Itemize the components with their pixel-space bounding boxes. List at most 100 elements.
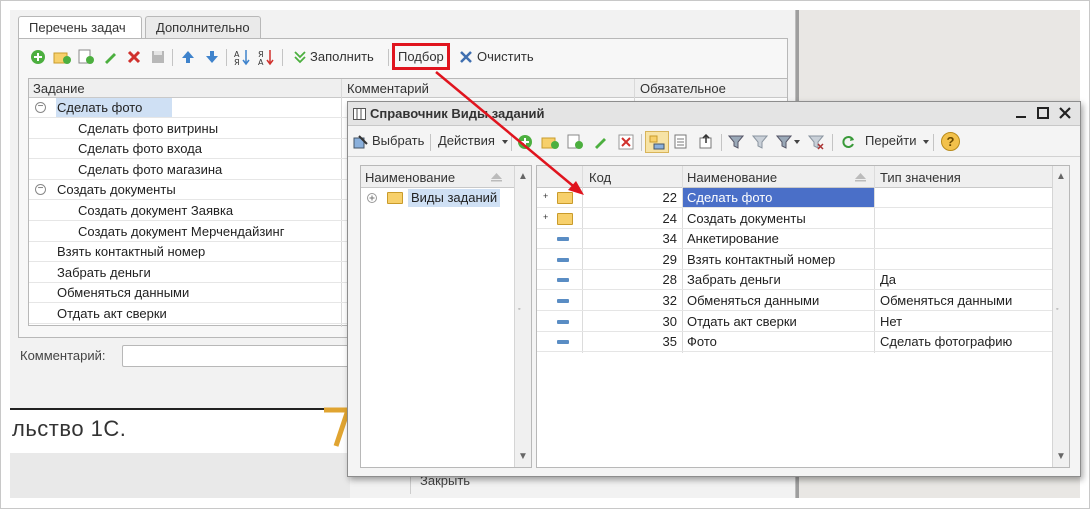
column-header-task[interactable]: Задание [33, 81, 85, 96]
item-icon [557, 319, 569, 324]
code-cell: 29 [662, 251, 677, 267]
tree-header: Наименование [361, 166, 514, 188]
code-cell: 28 [662, 272, 677, 288]
name-cell: Сделать фото [687, 190, 773, 205]
value-type-cell: Да [880, 272, 897, 288]
select-icon [353, 135, 368, 149]
column-header-code[interactable]: Код [589, 170, 611, 185]
sort-asc-icon[interactable]: AЯ [232, 46, 252, 68]
select-button[interactable]: Выбрать [372, 133, 424, 148]
column-header-comment[interactable]: Комментарий [347, 81, 429, 96]
maximize-icon[interactable] [1034, 104, 1052, 122]
sort-desc-icon[interactable]: ЯA [256, 46, 276, 68]
collapse-icon[interactable]: − [35, 102, 46, 113]
help-label: ? [946, 134, 955, 149]
task-name-cell: Отдать акт сверки [57, 306, 167, 321]
column-header-required[interactable]: Обязательное [640, 81, 726, 96]
expand-icon[interactable]: + [543, 191, 548, 201]
close-icon[interactable] [1056, 104, 1074, 122]
toolbar-separator [721, 134, 722, 151]
fill-icon [290, 46, 310, 68]
add-icon[interactable] [28, 46, 48, 68]
save-icon[interactable] [148, 46, 168, 68]
hierarchy-mode-button[interactable] [645, 131, 669, 153]
task-name-cell: Обменяться данными [57, 285, 190, 301]
tab-additional[interactable]: Дополнительно [145, 16, 261, 38]
task-name-cell: Забрать деньги [57, 264, 151, 280]
move-up-icon[interactable] [178, 46, 198, 68]
copy-icon[interactable] [566, 134, 584, 150]
minimize-icon[interactable] [1012, 104, 1030, 122]
code-cell: 34 [662, 231, 677, 247]
expand-icon[interactable]: + [543, 212, 548, 222]
filter-list-icon[interactable] [776, 134, 792, 150]
tree-root-label: Виды заданий [411, 190, 498, 205]
list-item[interactable]: 35 Фото Сделать фотографию [537, 332, 1053, 353]
clear-icon [456, 46, 476, 68]
level-up-icon[interactable] [698, 134, 714, 150]
group-tree-panel: Наименование Виды заданий ▲ ◦ ▼ [360, 165, 532, 468]
column-header-value-type[interactable]: Тип значения [880, 170, 961, 185]
goto-menu[interactable]: Перейти [865, 133, 917, 148]
clear-button[interactable]: Очистить [477, 49, 534, 64]
list-item[interactable]: 32 Обменяться данными Обменяться данными [537, 291, 1053, 311]
toolbar-separator [226, 49, 227, 66]
add-icon[interactable] [517, 134, 533, 150]
task-name-cell: Создать документы [57, 182, 176, 198]
comment-input[interactable] [122, 345, 362, 367]
copy-icon[interactable] [76, 46, 96, 68]
pick-button-highlight [392, 43, 450, 70]
fill-button[interactable]: Заполнить [310, 49, 374, 64]
list-item[interactable]: 28 Забрать деньги Да [537, 270, 1053, 291]
hierarchy-icon [649, 135, 665, 150]
help-icon[interactable]: ? [941, 132, 960, 151]
item-icon [557, 278, 569, 283]
refresh-icon[interactable] [840, 134, 856, 150]
actions-menu[interactable]: Действия [438, 133, 495, 148]
tab-task-list[interactable]: Перечень задач [18, 16, 142, 39]
value-type-cell: Сделать фотографию [880, 334, 1013, 350]
list-mode-icon[interactable] [674, 134, 690, 150]
list-item[interactable]: +24 Создать документы [537, 209, 1053, 229]
edit-icon[interactable] [100, 46, 120, 68]
dialog-title-bar[interactable]: Справочник Виды заданий [348, 102, 1080, 126]
svg-text:A: A [258, 58, 264, 66]
toolbar-separator [282, 49, 283, 66]
move-down-icon[interactable] [202, 46, 222, 68]
list-item[interactable]: 34 Анкетирование [537, 229, 1053, 250]
name-cell: Забрать деньги [687, 272, 781, 288]
list-item[interactable]: 29 Взять контактный номер [537, 250, 1053, 270]
delete-icon[interactable] [124, 46, 144, 68]
toolbar-separator [832, 134, 833, 151]
filter-value-icon[interactable] [752, 134, 768, 150]
background-footer [10, 453, 350, 498]
expand-icon[interactable] [367, 193, 377, 203]
filter-icon[interactable] [728, 134, 744, 150]
add-folder-icon[interactable] [52, 46, 72, 68]
scroll-up-icon[interactable]: ▲ [1056, 171, 1066, 182]
list-item[interactable]: +22 Сделать фото [537, 188, 1053, 208]
collapse-icon[interactable]: − [35, 184, 46, 196]
folder-icon [557, 192, 573, 204]
name-cell: Взять контактный номер [687, 251, 836, 267]
add-folder-icon[interactable] [541, 134, 559, 150]
column-header-name[interactable]: Наименование [687, 170, 777, 185]
scroll-grip-icon: ◦ [518, 306, 521, 313]
delete-icon[interactable] [618, 134, 634, 150]
scroll-down-icon[interactable]: ▼ [518, 451, 528, 462]
column-header-name[interactable]: Наименование [365, 170, 455, 185]
edit-icon[interactable] [592, 134, 608, 150]
tree-scrollbar[interactable]: ▲ ◦ ▼ [514, 166, 531, 467]
code-cell: 24 [662, 210, 677, 226]
code-cell: 30 [662, 313, 677, 329]
clear-filter-icon[interactable] [808, 134, 824, 150]
scroll-up-icon[interactable]: ▲ [518, 171, 528, 182]
value-type-cell: Нет [880, 313, 903, 329]
scroll-down-icon[interactable]: ▼ [1056, 451, 1066, 462]
tree-root-label-box: Виды заданий [408, 189, 501, 207]
dialog-toolbar: Выбрать Действия Перейти ? [348, 127, 1080, 157]
tree-root-row[interactable]: Виды заданий [361, 188, 514, 208]
list-header: Код Наименование Тип значения [537, 166, 1053, 188]
list-item[interactable]: 30 Отдать акт сверки Нет [537, 312, 1053, 332]
list-scrollbar[interactable]: ▲ ◦ ▼ [1052, 166, 1069, 467]
